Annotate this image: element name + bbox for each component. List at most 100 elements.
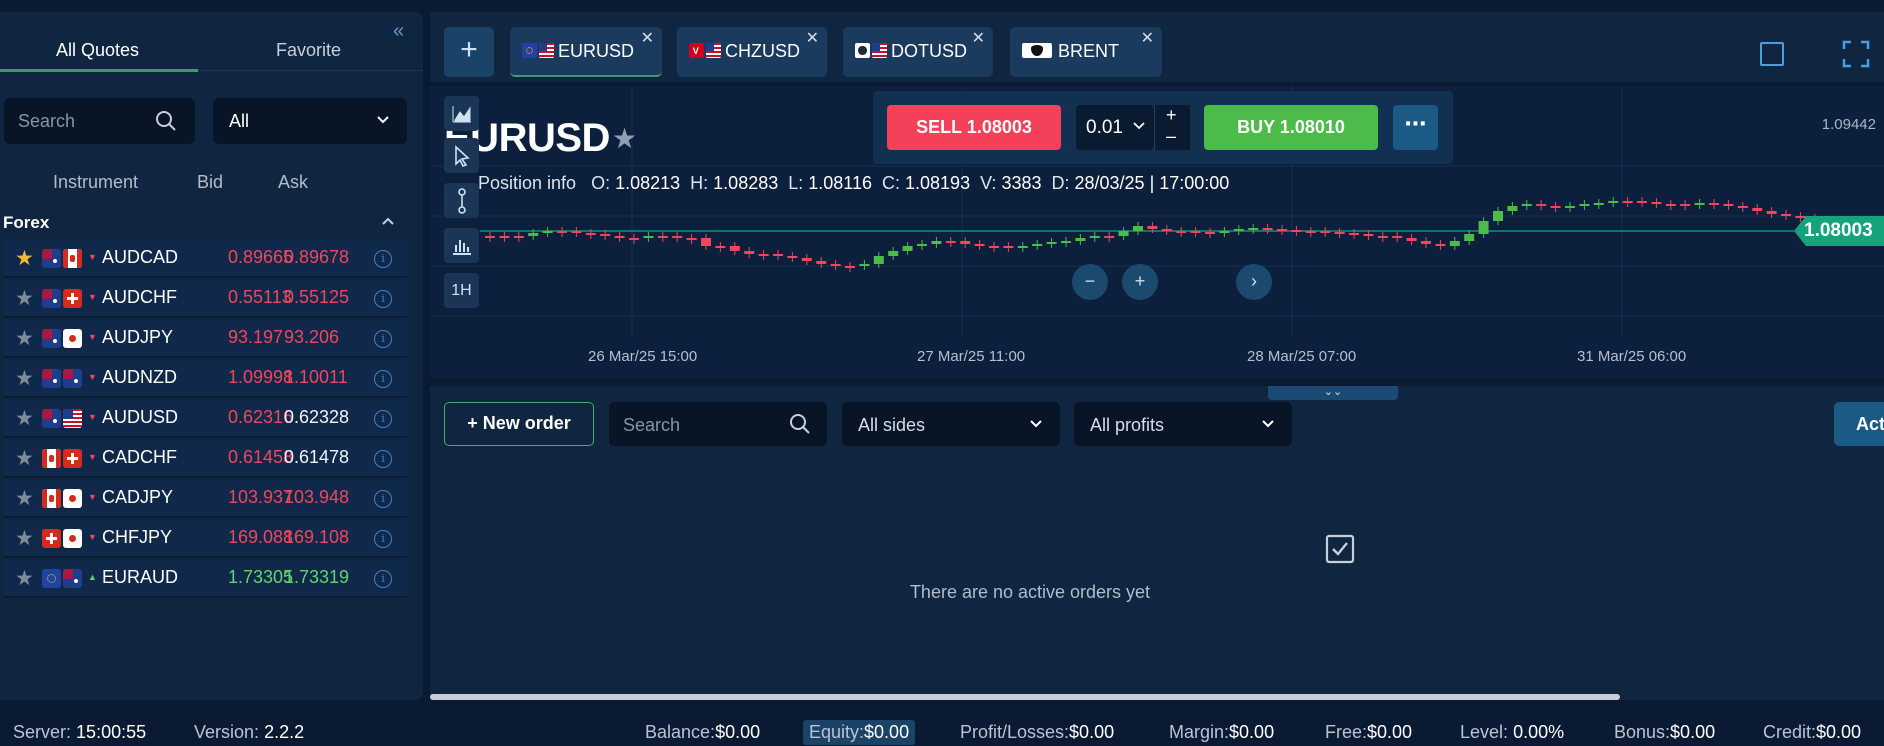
profits-filter-value: All profits bbox=[1090, 415, 1165, 435]
bonus: Bonus:$0.00 bbox=[1614, 722, 1716, 742]
tab-divider bbox=[198, 70, 423, 71]
pair-flags bbox=[42, 329, 82, 348]
trendline-tool-icon[interactable] bbox=[444, 183, 479, 218]
favorite-star-icon[interactable]: ★ bbox=[15, 326, 34, 351]
col-bid: Bid bbox=[197, 172, 224, 192]
favorite-star-icon[interactable]: ★ bbox=[15, 246, 34, 271]
quote-row[interactable]: ★ ▼ AUDUSD 0.62316 0.62328 i bbox=[4, 400, 407, 438]
sell-button[interactable]: SELL 1.08003 bbox=[887, 105, 1061, 150]
chevron-down-icon bbox=[377, 116, 389, 124]
add-chart-button[interactable]: + bbox=[444, 27, 494, 77]
favorite-star-icon[interactable]: ★ bbox=[15, 566, 34, 591]
info-icon[interactable]: i bbox=[374, 250, 392, 268]
trade-panel: SELL 1.08003 0.01 + – BUY 1.08010 ⋯ bbox=[873, 91, 1453, 164]
info-icon[interactable]: i bbox=[374, 530, 392, 548]
fullscreen-icon[interactable] bbox=[1842, 40, 1870, 68]
indicators-icon[interactable] bbox=[444, 228, 479, 263]
quote-row[interactable]: ★ ▼ AUDNZD 1.09998 1.10011 i bbox=[4, 360, 407, 398]
window-layout-icon[interactable] bbox=[1760, 42, 1784, 66]
chart-tab-eurusd[interactable]: EURUSD ✕ bbox=[510, 27, 662, 77]
lot-increase-button[interactable]: + bbox=[1166, 105, 1177, 126]
favorite-star-icon[interactable]: ★ bbox=[15, 366, 34, 391]
arrow-down-icon: ▼ bbox=[88, 532, 97, 542]
profits-filter-select[interactable]: All profits bbox=[1074, 402, 1292, 446]
quote-symbol: CHFJPY bbox=[102, 527, 173, 547]
pair-flags bbox=[42, 489, 82, 508]
info-icon[interactable]: i bbox=[374, 410, 392, 428]
flag-nz-icon bbox=[63, 369, 82, 388]
info-icon[interactable]: i bbox=[374, 490, 392, 508]
zoom-out-button[interactable]: − bbox=[1072, 264, 1108, 300]
chart-tab-label: DOTUSD bbox=[891, 41, 967, 61]
info-icon[interactable]: i bbox=[374, 290, 392, 308]
quote-row[interactable]: ★ ▼ CADCHF 0.61458 0.61478 i bbox=[4, 440, 407, 478]
flag-us-icon bbox=[706, 43, 721, 58]
profit-losses: Profit/Losses:$0.00 bbox=[960, 722, 1115, 742]
orders-search-input[interactable]: Search bbox=[609, 402, 827, 446]
tab-favorite[interactable]: Favorite bbox=[276, 40, 341, 61]
checkbox-icon bbox=[1325, 534, 1355, 564]
flag-au-icon bbox=[42, 369, 61, 388]
search-icon[interactable] bbox=[789, 413, 811, 435]
info-icon[interactable]: i bbox=[374, 570, 392, 588]
more-options-button[interactable]: ⋯ bbox=[1393, 105, 1438, 150]
quote-ask: 0.62328 bbox=[284, 407, 350, 427]
chart-type-icon[interactable] bbox=[444, 96, 479, 131]
version: Version: 2.2.2 bbox=[194, 722, 305, 742]
chart-tab-label: BRENT bbox=[1058, 41, 1120, 61]
favorite-star-icon[interactable]: ★ bbox=[15, 446, 34, 471]
info-icon[interactable]: i bbox=[374, 330, 392, 348]
server-time: Server: 15:00:55 bbox=[13, 722, 147, 742]
active-orders-button[interactable]: Act bbox=[1834, 402, 1884, 446]
search-icon[interactable] bbox=[155, 110, 177, 132]
quote-ask: 1.73319 bbox=[284, 567, 350, 587]
info-icon[interactable]: i bbox=[374, 450, 392, 468]
lot-decrease-button[interactable]: – bbox=[1166, 126, 1176, 147]
chart-tab-chzusd[interactable]: V CHZUSD ✕ bbox=[677, 27, 827, 77]
col-ask: Ask bbox=[278, 172, 309, 192]
quote-row[interactable]: ★ ▼ CADJPY 103.937 103.948 i bbox=[4, 480, 407, 518]
favorite-star-icon[interactable]: ★ bbox=[15, 486, 34, 511]
lot-size-select[interactable]: 0.01 bbox=[1076, 105, 1154, 150]
quote-symbol: AUDUSD bbox=[102, 407, 179, 427]
new-order-label: New order bbox=[482, 413, 571, 433]
plus-icon: + bbox=[467, 413, 483, 433]
quote-row[interactable]: ★ ▼ AUDCHF 0.55113 0.55125 i bbox=[4, 280, 407, 318]
scroll-right-button[interactable]: › bbox=[1236, 264, 1272, 300]
quote-row[interactable]: ★ ▼ AUDJPY 93.197 93.206 i bbox=[4, 320, 407, 358]
close-icon[interactable]: ✕ bbox=[806, 28, 819, 48]
panel-resize-handle[interactable]: ⌄⌄ bbox=[1268, 386, 1398, 400]
flag-us-icon bbox=[872, 43, 887, 58]
new-order-button[interactable]: + New order bbox=[444, 402, 594, 446]
info-icon[interactable]: i bbox=[374, 370, 392, 388]
tab-all-quotes[interactable]: All Quotes bbox=[56, 40, 139, 61]
timeframe-button[interactable]: 1H bbox=[444, 273, 479, 308]
favorite-star-icon[interactable]: ★ bbox=[15, 406, 34, 431]
position-info-label[interactable]: Position info bbox=[478, 173, 576, 193]
chevron-up-icon[interactable] bbox=[380, 213, 396, 229]
pair-flags bbox=[42, 409, 82, 428]
zoom-in-button[interactable]: + bbox=[1122, 264, 1158, 300]
close-icon[interactable]: ✕ bbox=[1141, 28, 1154, 48]
chart-tab-dotusd[interactable]: DOTUSD ✕ bbox=[843, 27, 993, 77]
collapse-panel-icon[interactable]: « bbox=[393, 20, 404, 43]
favorite-star-icon[interactable]: ★ bbox=[15, 526, 34, 551]
chart-tab-brent[interactable]: BRENT ✕ bbox=[1010, 27, 1162, 77]
favorite-star-icon[interactable]: ★ bbox=[15, 286, 34, 311]
margin: Margin:$0.00 bbox=[1169, 722, 1275, 742]
margin-level: Level: 0.00% bbox=[1460, 722, 1565, 742]
x-axis-label: 27 Mar/25 11:00 bbox=[917, 348, 1026, 365]
sides-filter-select[interactable]: All sides bbox=[842, 402, 1060, 446]
quotes-filter-select[interactable]: All bbox=[213, 98, 407, 144]
close-icon[interactable]: ✕ bbox=[972, 28, 985, 48]
quote-symbol: CADCHF bbox=[102, 447, 177, 467]
close-icon[interactable]: ✕ bbox=[641, 28, 654, 48]
quotes-search-input[interactable]: Search bbox=[4, 98, 195, 144]
buy-button[interactable]: BUY 1.08010 bbox=[1204, 105, 1378, 150]
favorite-star-icon[interactable]: ★ bbox=[612, 122, 637, 155]
quote-row[interactable]: ★ ▲ EURAUD 1.73305 1.73319 i bbox=[4, 560, 407, 598]
cursor-icon[interactable] bbox=[444, 138, 479, 173]
quote-row[interactable]: ★ ▼ AUDCAD 0.89665 0.89678 i bbox=[4, 240, 407, 278]
horizontal-scrollbar[interactable] bbox=[430, 694, 1620, 700]
quote-row[interactable]: ★ ▼ CHFJPY 169.088 169.108 i bbox=[4, 520, 407, 558]
